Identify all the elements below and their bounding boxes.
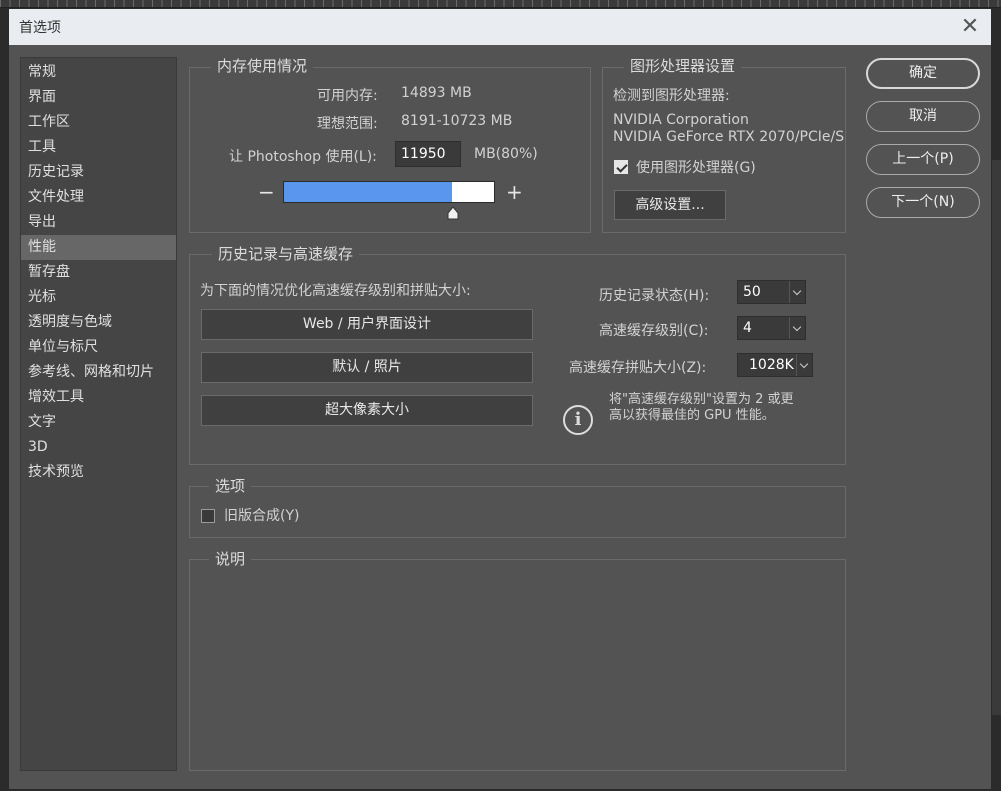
optimize-cache-label: 为下面的情况优化高速缓存级别和拼贴大小: [200,283,471,299]
sidebar-item-interface[interactable]: 界面 [21,85,176,110]
history-states-select[interactable]: 50 [737,280,806,304]
sidebar-item-file-handling[interactable]: 文件处理 [21,185,176,210]
available-ram-value: 14893 MB [401,85,472,101]
close-icon[interactable]: ✕ [957,14,983,40]
title-bar: 首选项 ✕ [9,9,991,45]
sidebar-item-transparency[interactable]: 透明度与色域 [21,310,176,335]
cache-tile-size-value: 1028K [749,357,794,373]
ok-button[interactable]: 确定 [866,58,980,89]
sidebar-item-3d[interactable]: 3D [21,435,176,460]
next-button[interactable]: 下一个(N) [866,187,980,218]
available-ram-label: 可用内存: [317,88,378,104]
previous-button[interactable]: 上一个(P) [866,144,980,175]
preset-default-photos-button[interactable]: 默认 / 照片 [201,352,533,383]
memory-amount-input[interactable]: 11950 [395,141,461,167]
ruler [0,0,1001,8]
cache-tile-size-label: 高速缓存拼贴大小(Z): [569,360,707,376]
memory-unit-label: MB(80%) [474,146,538,162]
legacy-compositing-label: 旧版合成(Y) [224,508,300,524]
background-scrollbar [992,160,1001,715]
gpu-tip-line2: 高以获得最佳的 GPU 性能。 [609,408,775,423]
options-heading: 选项 [209,477,252,495]
ideal-range-label: 理想范围: [317,116,378,132]
window-title: 首选项 [19,20,61,36]
legacy-compositing-checkbox[interactable] [201,509,215,523]
info-icon: i [563,405,593,435]
sidebar-item-type[interactable]: 文字 [21,410,176,435]
sidebar-item-plugins[interactable]: 增效工具 [21,385,176,410]
preset-huge-pixel-button[interactable]: 超大像素大小 [201,395,533,426]
cache-levels-label: 高速缓存级别(C): [599,323,709,339]
description-group [189,559,846,771]
preset-web-ui-button[interactable]: Web / 用户界面设计 [201,309,533,340]
sidebar-item-guides[interactable]: 参考线、网格和切片 [21,360,176,385]
cache-levels-value: 4 [743,320,752,336]
sidebar-item-history[interactable]: 历史记录 [21,160,176,185]
sidebar-item-cursors[interactable]: 光标 [21,285,176,310]
plus-icon[interactable]: + [506,182,523,202]
chevron-down-icon [789,317,805,339]
use-gpu-checkbox[interactable] [614,160,628,174]
chevron-down-icon [796,354,812,376]
sidebar-item-units[interactable]: 单位与标尺 [21,335,176,360]
memory-slider-track[interactable] [283,181,495,203]
gpu-vendor: NVIDIA Corporation [613,112,749,128]
sidebar-item-scratch-disks[interactable]: 暂存盘 [21,260,176,285]
sidebar-item-performance[interactable]: 性能 [21,235,176,260]
cancel-button[interactable]: 取消 [866,101,980,132]
use-gpu-label: 使用图形处理器(G) [636,160,756,176]
chevron-down-icon [789,281,805,303]
sidebar-item-tech-previews[interactable]: 技术预览 [21,460,176,485]
gpu-detected-label: 检测到图形处理器: [613,88,730,104]
ideal-range-value: 8191-10723 MB [401,113,513,129]
cache-tile-size-select[interactable]: 1028K [737,353,813,377]
minus-icon[interactable]: − [258,182,275,202]
category-sidebar: 常规 界面 工作区 工具 历史记录 文件处理 导出 性能 暂存盘 光标 透明度与… [20,57,177,771]
memory-slider-fill [284,182,452,202]
gpu-settings-heading: 图形处理器设置 [624,57,742,75]
history-cache-heading: 历史记录与高速缓存 [212,245,360,263]
sidebar-item-export[interactable]: 导出 [21,210,176,235]
sidebar-item-workspace[interactable]: 工作区 [21,110,176,135]
advanced-settings-button[interactable]: 高级设置... [614,190,726,220]
sidebar-item-tools[interactable]: 工具 [21,135,176,160]
description-heading: 说明 [209,550,252,568]
let-photoshop-use-label: 让 Photoshop 使用(L): [229,149,377,165]
gpu-model: NVIDIA GeForce RTX 2070/PCIe/S [613,129,845,145]
cache-levels-select[interactable]: 4 [737,316,806,340]
history-states-label: 历史记录状态(H): [599,288,710,304]
sidebar-item-general[interactable]: 常规 [21,60,176,85]
preferences-dialog: 首选项 ✕ 常规 界面 工作区 工具 历史记录 文件处理 导出 性能 暂存盘 光… [8,8,992,790]
memory-slider-thumb[interactable] [446,206,460,220]
history-states-value: 50 [743,284,761,300]
memory-usage-heading: 内存使用情况 [211,57,314,75]
